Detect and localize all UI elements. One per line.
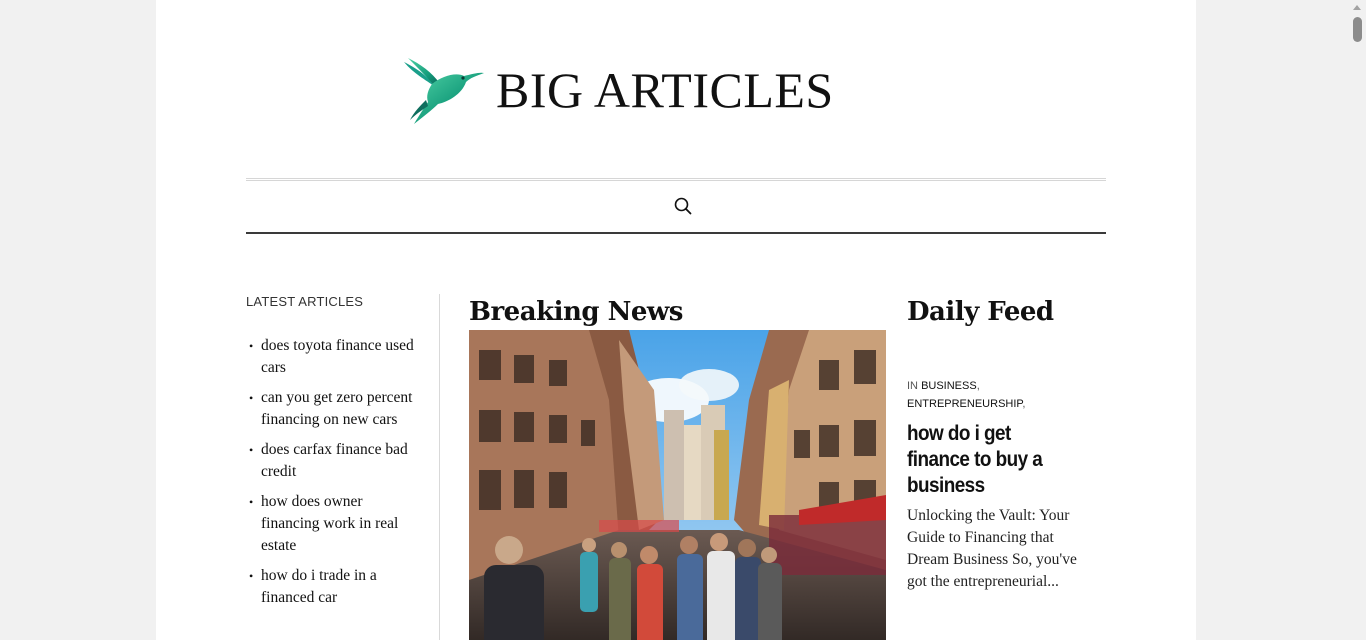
header-divider-bottom <box>246 232 1106 234</box>
list-item: how do i trade in a financed car <box>246 565 416 609</box>
latest-articles-list: does toyota finance used cars can you ge… <box>246 335 416 609</box>
post-title-link[interactable]: how do i get finance to buy a business <box>907 421 1060 499</box>
list-item: does toyota finance used cars <box>246 335 416 379</box>
list-item: does carfax finance bad credit <box>246 439 416 483</box>
article-link[interactable]: how does owner financing work in real es… <box>261 493 398 554</box>
hummingbird-logo-icon <box>404 58 484 124</box>
page-container: BIG ARTICLES LATEST ARTICLES does toyota… <box>156 0 1196 640</box>
daily-feed-section: Daily Feed IN BUSINESS, ENTREPRENEURSHIP… <box>907 294 1097 593</box>
article-link[interactable]: how do i trade in a financed car <box>261 567 377 606</box>
column-divider <box>439 294 440 640</box>
breaking-news-heading: Breaking News <box>469 297 683 327</box>
search-icon <box>674 197 692 215</box>
post-excerpt: Unlocking the Vault: Your Guide to Finan… <box>907 507 1077 590</box>
search-button[interactable] <box>673 196 693 216</box>
daily-feed-heading: Daily Feed <box>907 297 1054 327</box>
article-link[interactable]: does carfax finance bad credit <box>261 441 408 480</box>
article-link[interactable]: can you get zero percent financing on ne… <box>261 389 412 428</box>
list-item: can you get zero percent financing on ne… <box>246 387 416 431</box>
article-link[interactable]: does toyota finance used cars <box>261 337 414 376</box>
scrollbar-thumb[interactable] <box>1353 17 1362 42</box>
street-market-photo <box>469 330 886 640</box>
scroll-up-arrow-icon[interactable] <box>1353 5 1361 10</box>
site-logo-text: BIG ARTICLES <box>496 62 834 118</box>
page-scrollbar[interactable] <box>1349 0 1366 640</box>
header-divider-top <box>246 178 1106 181</box>
list-item: how does owner financing work in real es… <box>246 491 416 557</box>
latest-articles-sidebar: LATEST ARTICLES does toyota finance used… <box>246 294 416 617</box>
sidebar-title: LATEST ARTICLES <box>246 294 364 309</box>
category-prefix: IN <box>907 380 918 392</box>
breaking-news-image[interactable] <box>469 330 886 640</box>
breaking-news-section: Breaking News <box>469 294 886 640</box>
site-logo[interactable]: BIG ARTICLES <box>402 52 834 128</box>
post-categories: IN BUSINESS, ENTREPRENEURSHIP, <box>907 380 1026 410</box>
category-link-entrepreneurship[interactable]: ENTREPRENEURSHIP <box>907 398 1022 410</box>
category-link-business[interactable]: BUSINESS <box>921 380 977 392</box>
